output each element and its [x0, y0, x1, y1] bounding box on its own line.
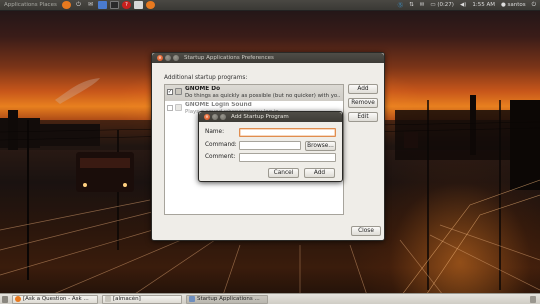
list-item-text: GNOME Do Do things as quickly as possibl… — [185, 86, 341, 100]
taskbar-item-folder[interactable]: [almacén] — [102, 294, 182, 304]
dialog-title: Add Startup Program — [231, 114, 289, 120]
taskbar-item-startup-apps[interactable]: Startup Applications ... — [186, 294, 268, 304]
enabled-checkbox[interactable] — [167, 105, 173, 111]
launcher-bar: ⏻ ✉ ? — [62, 1, 155, 9]
bookmark-icon[interactable] — [98, 1, 107, 9]
firefox-icon[interactable] — [146, 1, 155, 9]
text-editor-icon[interactable] — [134, 1, 143, 9]
battery-indicator[interactable]: ▭ (0:27) — [430, 2, 454, 8]
task-label: [almacén] — [113, 296, 141, 302]
mail-indicator-icon[interactable]: ✉ — [420, 2, 425, 8]
maximize-icon[interactable] — [173, 55, 179, 61]
user-name: santos — [507, 2, 526, 8]
add-button[interactable]: Add — [304, 168, 335, 178]
skype-icon[interactable]: Ⓢ — [398, 1, 404, 9]
task-label: [Ask a Question - Ask ... — [23, 296, 89, 302]
add-button[interactable]: Add — [348, 84, 378, 94]
volume-icon[interactable]: ◀) — [460, 2, 466, 8]
gnome-do-icon — [175, 88, 182, 95]
folder-icon — [105, 296, 111, 302]
user-icon: ● — [500, 2, 506, 8]
task-label: Startup Applications ... — [197, 296, 260, 302]
add-startup-dialog: × Add Startup Program Name: Command: Bro… — [198, 111, 343, 182]
firefox-icon — [15, 296, 21, 302]
add-dialog-titlebar[interactable]: × Add Startup Program — [199, 112, 342, 122]
bottom-taskbar: [Ask a Question - Ask ... [almacén] Star… — [0, 293, 540, 304]
help-icon[interactable]: ? — [122, 1, 131, 9]
panel-menu-label[interactable]: Applications Places — [4, 2, 60, 8]
startup-apps-titlebar[interactable]: × Startup Applications Preferences — [152, 53, 384, 63]
program-description: Do things as quickly as possible (but no… — [185, 93, 341, 99]
command-field[interactable] — [239, 141, 301, 150]
name-field[interactable] — [239, 128, 336, 137]
clock[interactable]: 1:55 AM — [472, 2, 495, 8]
window-title: Startup Applications Preferences — [184, 55, 274, 61]
close-window-icon[interactable]: × — [157, 55, 163, 61]
program-name: GNOME Login Sound — [185, 102, 252, 108]
name-label: Name: — [205, 129, 225, 135]
program-name: GNOME Do — [185, 86, 221, 92]
power-menu-icon[interactable]: ⏻ — [532, 2, 536, 9]
show-desktop-icon[interactable] — [2, 295, 8, 303]
remove-button[interactable]: Remove — [348, 98, 378, 108]
close-button[interactable]: Close — [351, 226, 381, 236]
top-panel: Applications Places ⏻ ✉ ? Ⓢ ⇅ ✉ ▭ (0:27)… — [0, 0, 540, 11]
list-item[interactable]: ✓ GNOME Do Do things as quickly as possi… — [165, 85, 343, 101]
close-window-icon[interactable]: × — [204, 114, 210, 120]
command-label: Command: — [205, 142, 237, 148]
window-controls: × — [157, 55, 179, 61]
user-menu[interactable]: ● santos — [501, 2, 526, 8]
minimize-icon[interactable] — [165, 55, 171, 61]
edit-button[interactable]: Edit — [348, 112, 378, 122]
battery-time: (0:27) — [437, 2, 454, 8]
firefox-icon[interactable] — [62, 1, 71, 9]
trash-icon[interactable] — [530, 295, 536, 303]
terminal-icon[interactable] — [110, 1, 119, 9]
enabled-checkbox[interactable]: ✓ — [167, 89, 173, 95]
sound-icon — [175, 104, 182, 111]
startup-apps-icon — [189, 296, 195, 302]
comment-label: Comment: — [205, 154, 236, 160]
comment-field[interactable] — [239, 153, 336, 162]
network-icon[interactable]: ⇅ — [409, 2, 414, 8]
startup-programs-label: Additional startup programs: — [164, 75, 248, 81]
minimize-icon[interactable] — [212, 114, 218, 120]
power-icon[interactable]: ⏻ — [74, 1, 83, 9]
battery-icon: ▭ — [430, 2, 436, 8]
email-icon[interactable]: ✉ — [86, 1, 95, 9]
browse-button[interactable]: Browse... — [305, 141, 336, 151]
taskbar-item-firefox[interactable]: [Ask a Question - Ask ... — [12, 294, 98, 304]
system-tray: Ⓢ ⇅ ✉ ▭ (0:27) ◀) 1:55 AM ● santos ⏻ — [398, 1, 536, 10]
window-controls: × — [204, 114, 226, 120]
cancel-button[interactable]: Cancel — [268, 168, 299, 178]
maximize-icon[interactable] — [220, 114, 226, 120]
